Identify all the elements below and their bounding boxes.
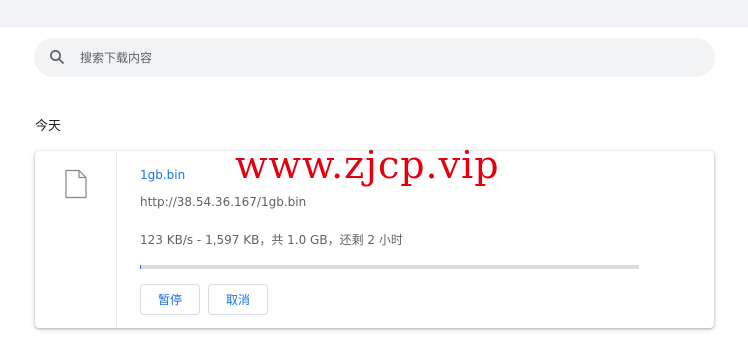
card-divider <box>116 151 117 328</box>
date-header: 今天 <box>35 119 62 134</box>
progress-fill <box>140 265 141 269</box>
file-icon[interactable] <box>64 169 88 199</box>
file-name-link[interactable]: 1gb.bin <box>140 168 185 182</box>
top-toolbar <box>0 0 748 26</box>
source-url-link[interactable]: http://38.54.36.167/1gb.bin <box>140 195 306 209</box>
search-icon[interactable] <box>48 48 66 66</box>
watermark-text: www.zjcp.vip <box>235 143 500 187</box>
cancel-button[interactable]: 取消 <box>208 284 268 315</box>
progress-bar <box>140 265 639 269</box>
search-input[interactable] <box>80 38 680 77</box>
pause-button[interactable]: 暂停 <box>140 284 200 315</box>
download-status: 123 KB/s - 1,597 KB，共 1.0 GB，还剩 2 小时 <box>140 233 403 247</box>
search-box[interactable] <box>34 38 715 77</box>
toolbar-divider <box>0 26 748 27</box>
